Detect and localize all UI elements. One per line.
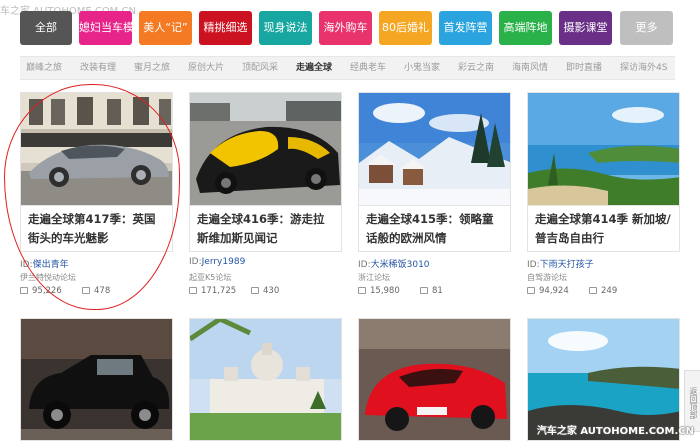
- subnav-item[interactable]: 海南风情: [512, 57, 548, 79]
- author-line: ID:下雨天打孩子: [527, 257, 594, 270]
- subnav-item[interactable]: 巅峰之旅: [26, 57, 62, 79]
- views-icon: [189, 287, 197, 294]
- subnav-item-active[interactable]: 走遍全球: [296, 57, 332, 79]
- category-wife-model-button[interactable]: 媳妇当车模: [79, 11, 134, 45]
- category-testimony-button[interactable]: 现身说法: [259, 11, 312, 45]
- subnav-item[interactable]: 即时直播: [566, 57, 602, 79]
- comment-icon: [82, 287, 90, 294]
- author-prefix: ID:: [20, 260, 33, 270]
- subnav-item[interactable]: 顶配风采: [242, 57, 278, 79]
- article-photo[interactable]: [358, 318, 511, 441]
- subnav-item[interactable]: 蜜月之旅: [134, 57, 170, 79]
- views-stat: 15,980: [358, 286, 400, 296]
- replies-count: 81: [432, 286, 443, 296]
- article-photo[interactable]: [20, 318, 173, 441]
- author-link[interactable]: 大米稀饭3010: [371, 260, 430, 270]
- views-count: 171,725: [201, 286, 237, 296]
- category-selected-button[interactable]: 精挑细选: [199, 11, 252, 45]
- subnav-item[interactable]: 经典老车: [350, 57, 386, 79]
- author-link[interactable]: 下雨天打孩子: [540, 260, 594, 270]
- category-more-button[interactable]: 更多: [620, 11, 673, 45]
- forum-name[interactable]: 自驾游论坛: [527, 272, 567, 283]
- subnav-item[interactable]: 彩云之南: [458, 57, 494, 79]
- author-prefix: ID:: [358, 260, 371, 270]
- views-count: 15,980: [370, 286, 400, 296]
- watermark-bottom: 汽车之家 AUTOHOME.COM.CN: [536, 426, 694, 437]
- author-line: ID:傑出青年: [20, 257, 69, 270]
- comment-icon: [420, 287, 428, 294]
- replies-count: 478: [94, 286, 111, 296]
- views-icon: [527, 287, 535, 294]
- category-first-button[interactable]: 首发阵营: [439, 11, 492, 45]
- category-overseas-button[interactable]: 海外购车: [319, 11, 372, 45]
- article-title[interactable]: 走遍全球415季：领略童话般的欧洲风情: [358, 206, 511, 252]
- views-stat: 94,924: [527, 286, 569, 296]
- author-link[interactable]: 傑出青年: [33, 260, 69, 270]
- views-icon: [20, 287, 28, 294]
- article-title[interactable]: 走遍全球第417季：英国街头的车光魅影: [20, 206, 173, 252]
- article-title[interactable]: 走遍全球第414季 新加坡/普吉岛自由行: [527, 206, 680, 252]
- subnav-item[interactable]: 原创大片: [188, 57, 224, 79]
- comment-icon: [251, 287, 259, 294]
- views-stat: 171,725: [189, 286, 236, 296]
- subnav-item[interactable]: 改装有理: [80, 57, 116, 79]
- author-link[interactable]: Jerry1989: [202, 257, 246, 267]
- article-photo[interactable]: [358, 92, 511, 206]
- article-photo[interactable]: [20, 92, 173, 206]
- sub-navigation: 巅峰之旅 改装有理 蜜月之旅 原创大片 顶配风采 走遍全球 经典老车 小鬼当家 …: [20, 56, 675, 80]
- replies-count: 249: [601, 286, 618, 296]
- comment-icon: [589, 287, 597, 294]
- author-line: ID:Jerry1989: [189, 257, 245, 267]
- author-prefix: ID:: [189, 257, 202, 267]
- category-highend-button[interactable]: 高端阵地: [499, 11, 552, 45]
- views-count: 95,226: [32, 286, 62, 296]
- views-icon: [358, 287, 366, 294]
- views-count: 94,924: [539, 286, 569, 296]
- forum-name[interactable]: 起亚K5论坛: [189, 272, 231, 283]
- subnav-item[interactable]: 探访海外4S: [620, 57, 667, 79]
- category-wedding-button[interactable]: 80后婚礼: [379, 11, 432, 45]
- forum-name[interactable]: 浙江论坛: [358, 272, 390, 283]
- category-photo-button[interactable]: 摄影课堂: [559, 11, 612, 45]
- article-photo[interactable]: [189, 318, 342, 441]
- replies-stat: 430: [251, 286, 279, 296]
- article-photo[interactable]: [527, 92, 680, 206]
- article-title[interactable]: 走遍全球416季：游走拉斯维加斯见闻记: [189, 206, 342, 252]
- replies-count: 430: [263, 286, 280, 296]
- subnav-item[interactable]: 小鬼当家: [404, 57, 440, 79]
- category-all-button[interactable]: 全部: [20, 11, 72, 45]
- forum-name[interactable]: 伊兰特悦动论坛: [20, 272, 76, 283]
- views-stat: 95,226: [20, 286, 62, 296]
- replies-stat: 249: [589, 286, 617, 296]
- replies-stat: 478: [82, 286, 110, 296]
- author-line: ID:大米稀饭3010: [358, 257, 430, 270]
- article-photo[interactable]: [189, 92, 342, 206]
- category-beauty-button[interactable]: 美人“记”: [139, 11, 192, 45]
- author-prefix: ID:: [527, 260, 540, 270]
- replies-stat: 81: [420, 286, 443, 296]
